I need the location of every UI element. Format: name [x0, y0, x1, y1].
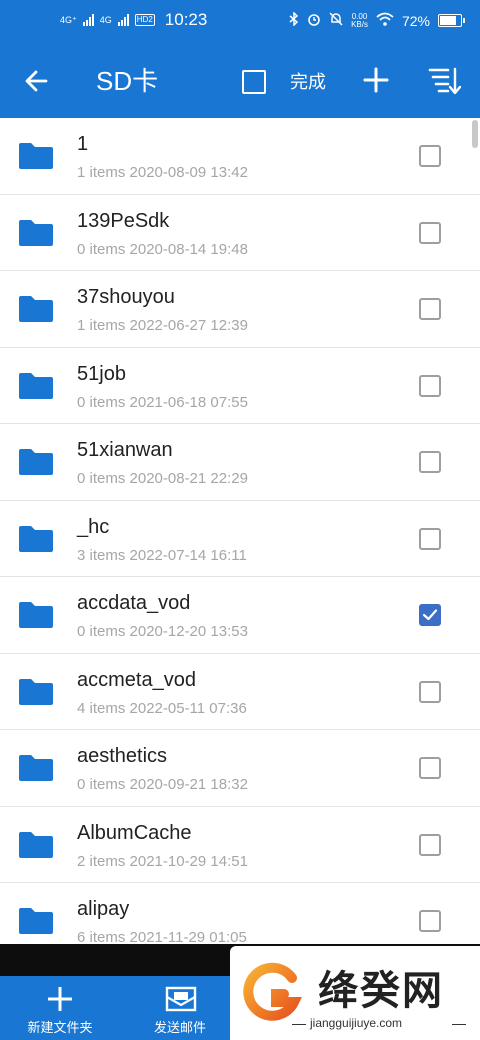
- done-button[interactable]: 完成: [290, 70, 326, 94]
- file-name: 51job: [77, 362, 126, 385]
- file-checkbox[interactable]: [419, 604, 441, 626]
- file-checkbox[interactable]: [419, 833, 441, 856]
- file-meta: 1 items 2022-06-27 12:39: [77, 317, 248, 334]
- file-meta: 0 items 2021-06-18 07:55: [77, 393, 248, 411]
- signal-icon: [82, 14, 94, 26]
- file-name: _hc: [77, 515, 110, 538]
- mute-icon: [329, 12, 343, 29]
- file-row[interactable]: _hc 3 items 2022-07-14 16:11: [0, 501, 480, 577]
- status-left: 4G⁺ 4G HD2 10:23: [60, 10, 207, 30]
- file-checkbox[interactable]: [419, 757, 441, 779]
- brand-logo-icon: [243, 962, 302, 1021]
- file-row[interactable]: aesthetics 0 items 2020-09-21 18:32: [0, 730, 480, 807]
- file-row[interactable]: AlbumCache 2 items 2021-10-29 14:51: [0, 807, 480, 883]
- file-meta: 2 items 2021-10-29 14:51: [77, 852, 248, 870]
- folder-icon: [18, 678, 54, 706]
- file-meta: 1 items 2020-08-09 13:42: [77, 164, 248, 181]
- file-checkbox[interactable]: [419, 374, 441, 397]
- file-name: 139PeSdk: [77, 209, 170, 232]
- file-name: AlbumCache: [77, 821, 192, 844]
- watermark-url: jiangguijiuye.com: [310, 1016, 403, 1030]
- back-arrow-icon[interactable]: [22, 66, 52, 96]
- battery-icon: [438, 14, 465, 27]
- status-right: 0.00 KB/s 72%: [289, 11, 465, 29]
- mail-icon: [165, 986, 197, 1012]
- file-name: 37shouyou: [77, 286, 175, 308]
- folder-icon: [18, 525, 54, 553]
- file-name: 51xianwan: [77, 439, 173, 461]
- new-folder-label: 新建文件夹: [27, 1020, 93, 1035]
- battery-percent: 72%: [401, 12, 430, 29]
- add-icon[interactable]: [362, 66, 390, 94]
- signal-icon-2: [117, 14, 129, 26]
- file-checkbox[interactable]: [419, 451, 441, 473]
- watermark-line-right: [452, 1024, 466, 1025]
- network-type-1: 4G⁺: [60, 14, 77, 25]
- bluetooth-icon: [289, 11, 299, 29]
- alarm-icon: [307, 12, 321, 29]
- file-row[interactable]: 51job 0 items 2021-06-18 07:55: [0, 348, 480, 424]
- clock: 10:23: [164, 10, 208, 29]
- file-meta: 6 items 2021-11-29 01:05: [77, 929, 247, 944]
- file-meta: 0 items 2020-12-20 13:53: [77, 623, 248, 640]
- file-checkbox[interactable]: [419, 221, 441, 244]
- hd-badge: HD2: [134, 14, 155, 26]
- file-name: aesthetics: [77, 745, 168, 767]
- wifi-icon: [376, 12, 394, 29]
- plus-icon: [48, 987, 72, 1011]
- file-row[interactable]: 51xianwan 0 items 2020-08-21 22:29: [0, 424, 480, 501]
- file-name: accdata_vod: [77, 592, 191, 614]
- file-row[interactable]: 1 1 items 2020-08-09 13:42: [0, 118, 480, 195]
- file-name: alipay: [77, 898, 130, 920]
- file-list[interactable]: 1 1 items 2020-08-09 13:42 139PeSdk 0 items…: [0, 118, 480, 944]
- network-type-2: 4G: [99, 15, 112, 25]
- file-checkbox[interactable]: [419, 910, 441, 932]
- select-all-checkbox[interactable]: [242, 70, 266, 94]
- folder-icon: [18, 448, 54, 476]
- file-meta: 0 items 2020-08-14 19:48: [77, 240, 248, 258]
- folder-icon: [18, 219, 54, 247]
- watermark-line-left: [292, 1024, 306, 1025]
- folder-icon: [18, 907, 54, 935]
- file-row[interactable]: 139PeSdk 0 items 2020-08-14 19:48: [0, 195, 480, 271]
- file-checkbox[interactable]: [419, 145, 441, 167]
- file-meta: 3 items 2022-07-14 16:11: [77, 546, 247, 564]
- file-meta: 0 items 2020-09-21 18:32: [77, 776, 248, 793]
- app-bar: SD卡 完成: [0, 44, 480, 118]
- file-row[interactable]: 37shouyou 1 items 2022-06-27 12:39: [0, 271, 480, 348]
- file-row[interactable]: accmeta_vod 4 items 2022-05-11 07:36: [0, 654, 480, 730]
- scrollbar-thumb[interactable]: [472, 120, 478, 148]
- file-row[interactable]: alipay 6 items 2021-11-29 01:05: [0, 883, 480, 944]
- file-checkbox[interactable]: [419, 680, 441, 703]
- send-mail-button[interactable]: 发送邮件: [125, 976, 235, 1040]
- send-mail-label: 发送邮件: [153, 1020, 206, 1035]
- status-bar: 4G⁺ 4G HD2 10:23 0.00 KB/s 72%: [0, 0, 480, 44]
- watermark: 绛癸网 jiangguijiuye.com: [230, 946, 480, 1040]
- folder-icon: [18, 831, 54, 859]
- page-title: SD卡: [96, 66, 159, 96]
- check-icon: [422, 609, 438, 621]
- file-meta: 0 items 2020-08-21 22:29: [77, 470, 248, 487]
- file-row[interactable]: accdata_vod 0 items 2020-12-20 13:53: [0, 577, 480, 654]
- folder-icon: [18, 295, 54, 323]
- file-meta: 4 items 2022-05-11 07:36: [77, 699, 247, 717]
- folder-icon: [18, 601, 54, 629]
- file-checkbox[interactable]: [419, 298, 441, 320]
- file-name: 1: [77, 133, 89, 155]
- network-speed: 0.00 KB/s: [351, 11, 368, 29]
- folder-icon: [18, 754, 54, 782]
- folder-icon: [18, 142, 54, 170]
- sort-icon[interactable]: [428, 66, 462, 96]
- file-checkbox[interactable]: [419, 527, 441, 550]
- watermark-brand: 绛癸网: [318, 967, 444, 1014]
- folder-icon: [18, 372, 54, 400]
- file-name: accmeta_vod: [77, 668, 196, 691]
- new-folder-button[interactable]: 新建文件夹: [5, 976, 115, 1040]
